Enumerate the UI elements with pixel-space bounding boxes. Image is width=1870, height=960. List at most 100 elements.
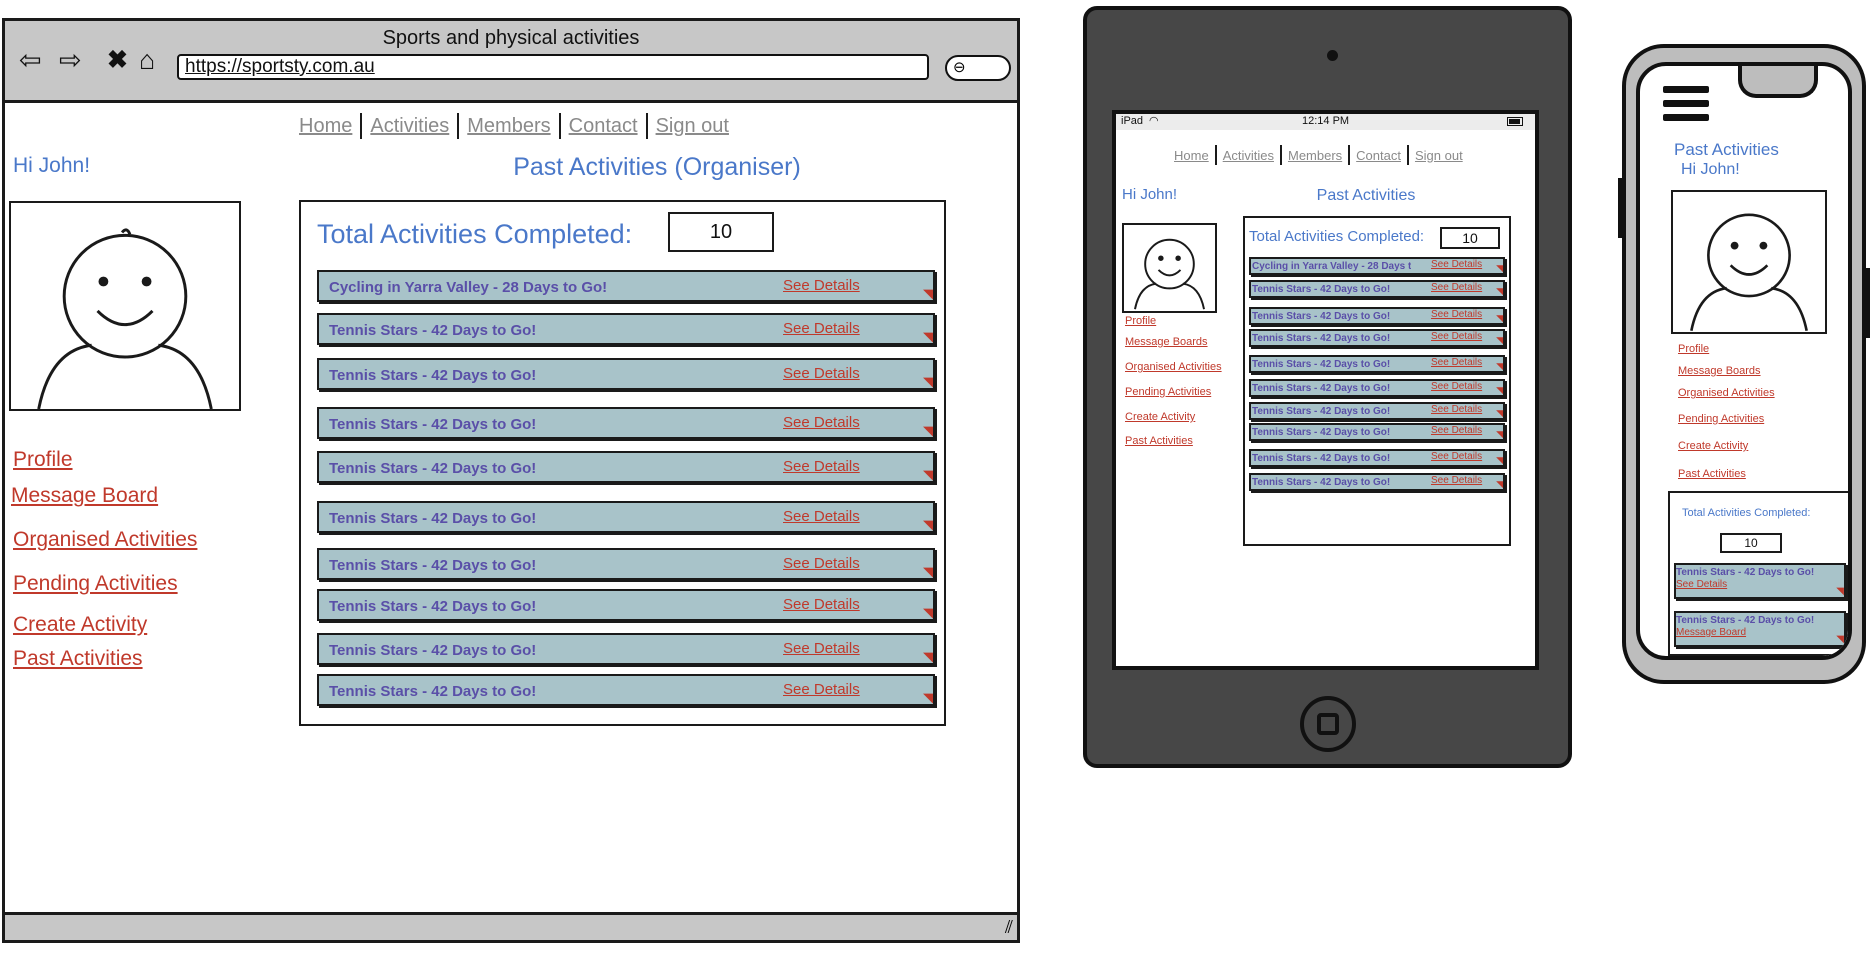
see-details-link[interactable]: See Details <box>1431 331 1482 342</box>
see-details-link[interactable]: See Details <box>783 277 860 294</box>
activity-title: Tennis Stars - 42 Days to Go! <box>1252 427 1391 438</box>
activity-row: Tennis Stars - 42 Days to Go! See Details… <box>317 589 935 621</box>
see-details-link[interactable]: See Details <box>1431 451 1482 462</box>
close-icon[interactable]: ✖ <box>107 48 128 73</box>
see-details-link[interactable]: See Details <box>1431 381 1482 392</box>
sidebar-item-profile[interactable]: Profile <box>1678 343 1709 355</box>
see-details-link[interactable]: See Details <box>783 365 860 382</box>
sidebar-item-profile[interactable]: Profile <box>1125 315 1156 327</box>
resize-grip-icon[interactable]: ⫽ <box>1005 917 1013 938</box>
activity-row: Tennis Stars - 42 Days to Go! See Details… <box>1249 379 1505 397</box>
phone-screen: Past Activities Hi John! Profile Message… <box>1636 62 1852 660</box>
activity-row: Tennis Stars - 42 Days to Go! See Details… <box>1249 423 1505 441</box>
activity-row: Tennis Stars - 42 Days to Go! See Details… <box>317 548 935 580</box>
see-details-link[interactable]: See Details <box>783 414 860 431</box>
activity-title: Tennis Stars - 42 Days to Go! <box>329 598 537 615</box>
nav-divider <box>457 113 460 139</box>
nav-activities[interactable]: Activities <box>370 115 449 138</box>
activity-title: Tennis Stars - 42 Days to Go! <box>1252 284 1391 295</box>
phone-side-button <box>1864 268 1870 338</box>
sidebar-item-pending-activities[interactable]: Pending Activities <box>13 572 178 596</box>
sidebar-item-profile[interactable]: Profile <box>13 448 73 472</box>
activity-title: Tennis Stars - 42 Days to Go! <box>1252 477 1391 488</box>
activities-panel: Total Activities Completed: 10 Cycling i… <box>299 200 946 726</box>
see-details-link[interactable]: See Details <box>1431 425 1482 436</box>
see-details-link[interactable]: See Details <box>1431 475 1482 486</box>
activity-row: Tennis Stars - 42 Days to Go! See Details… <box>317 501 935 533</box>
sidebar-item-create-activity[interactable]: Create Activity <box>1678 440 1748 452</box>
activity-title: Tennis Stars - 42 Days to Go! <box>329 510 537 527</box>
nav-home[interactable]: Home <box>299 115 352 138</box>
see-details-link[interactable]: See Details <box>1676 579 1727 590</box>
nav-members[interactable]: Members <box>1288 148 1342 163</box>
see-details-link[interactable]: See Details <box>783 596 860 613</box>
pin-icon: ◥ <box>923 690 933 705</box>
nav-members[interactable]: Members <box>467 115 550 138</box>
see-details-link[interactable]: See Details <box>783 555 860 572</box>
see-details-link[interactable]: See Details <box>1431 282 1482 293</box>
sidebar-item-pending-activities[interactable]: Pending Activities <box>1678 413 1764 425</box>
activity-row: Tennis Stars - 42 Days to Go! See Details… <box>317 633 935 665</box>
pin-icon: ◥ <box>923 605 933 620</box>
sidebar-item-past-activities[interactable]: Past Activities <box>13 647 143 671</box>
activity-row: Tennis Stars - 42 Days to Go! See Details… <box>1249 402 1505 420</box>
sidebar-item-create-activity[interactable]: Create Activity <box>13 613 147 637</box>
see-details-link[interactable]: See Details <box>783 458 860 475</box>
nav-divider <box>1348 145 1351 165</box>
sidebar-item-pending-activities[interactable]: Pending Activities <box>1125 386 1211 398</box>
activity-title: Cycling in Yarra Valley - 28 Days to Go! <box>329 279 608 296</box>
top-nav: Home Activities Members Contact Sign out <box>299 113 729 139</box>
hamburger-menu-icon[interactable] <box>1663 86 1709 124</box>
pin-icon: ◥ <box>1496 361 1503 371</box>
pin-icon: ◥ <box>923 286 933 301</box>
avatar <box>1122 223 1217 313</box>
nav-divider <box>1214 145 1217 165</box>
back-arrow-icon[interactable]: ⇦ <box>19 47 42 74</box>
pin-icon: ◥ <box>1496 313 1503 323</box>
pin-icon: ◥ <box>1496 385 1503 395</box>
sidebar-item-past-activities[interactable]: Past Activities <box>1125 435 1193 447</box>
page-title: Past Activities (Organiser) <box>513 153 801 181</box>
see-details-link[interactable]: Message Board <box>1676 627 1746 638</box>
nav-divider <box>1279 145 1282 165</box>
nav-sign-out[interactable]: Sign out <box>656 115 729 138</box>
see-details-link[interactable]: See Details <box>783 320 860 337</box>
nav-activities[interactable]: Activities <box>1223 148 1274 163</box>
see-details-link[interactable]: See Details <box>1431 259 1482 270</box>
total-activities-count: 10 <box>1440 227 1500 249</box>
nav-contact[interactable]: Contact <box>1356 148 1401 163</box>
see-details-link[interactable]: See Details <box>1431 404 1482 415</box>
sidebar-item-organised-activities[interactable]: Organised Activities <box>1678 387 1775 399</box>
activity-title: Tennis Stars - 42 Days to Go! <box>1252 453 1391 464</box>
see-details-link[interactable]: See Details <box>1431 309 1482 320</box>
sidebar-item-past-activities[interactable]: Past Activities <box>1678 468 1746 480</box>
activity-title: Tennis Stars - 42 Days to Go! <box>329 642 537 659</box>
sidebar-item-message-board[interactable]: Message Board <box>11 484 158 508</box>
see-details-link[interactable]: See Details <box>783 508 860 525</box>
see-details-link[interactable]: See Details <box>1431 357 1482 368</box>
home-button[interactable] <box>1300 696 1356 752</box>
sidebar-item-create-activity[interactable]: Create Activity <box>1125 411 1195 423</box>
url-bar[interactable]: https://sportsty.com.au <box>177 54 929 80</box>
sidebar-item-organised-activities[interactable]: Organised Activities <box>1125 361 1222 373</box>
nav-contact[interactable]: Contact <box>569 115 638 138</box>
nav-home[interactable]: Home <box>1174 148 1209 163</box>
activity-title: Tennis Stars - 42 Days to Go! <box>1252 406 1391 417</box>
activity-title: Cycling in Yarra Valley - 28 Days t <box>1252 261 1412 272</box>
status-time: 12:14 PM <box>1302 115 1350 127</box>
forward-arrow-icon[interactable]: ⇨ <box>59 47 82 74</box>
nav-divider <box>360 113 363 139</box>
wifi-icon: ◠ <box>1149 115 1159 127</box>
nav-sign-out[interactable]: Sign out <box>1415 148 1463 163</box>
avatar <box>1671 190 1827 334</box>
home-icon[interactable]: ⌂ <box>139 47 155 74</box>
see-details-link[interactable]: See Details <box>783 681 860 698</box>
sidebar-item-message-boards[interactable]: Message Boards <box>1678 365 1761 377</box>
see-details-link[interactable]: See Details <box>783 640 860 657</box>
status-device: iPad <box>1121 115 1144 127</box>
sidebar-item-organised-activities[interactable]: Organised Activities <box>13 528 197 552</box>
top-nav: Home Activities Members Contact Sign out <box>1174 145 1463 165</box>
sidebar-item-message-boards[interactable]: Message Boards <box>1125 336 1208 348</box>
search-field[interactable]: ⊖ <box>945 55 1011 81</box>
pin-icon: ◥ <box>1836 586 1844 597</box>
